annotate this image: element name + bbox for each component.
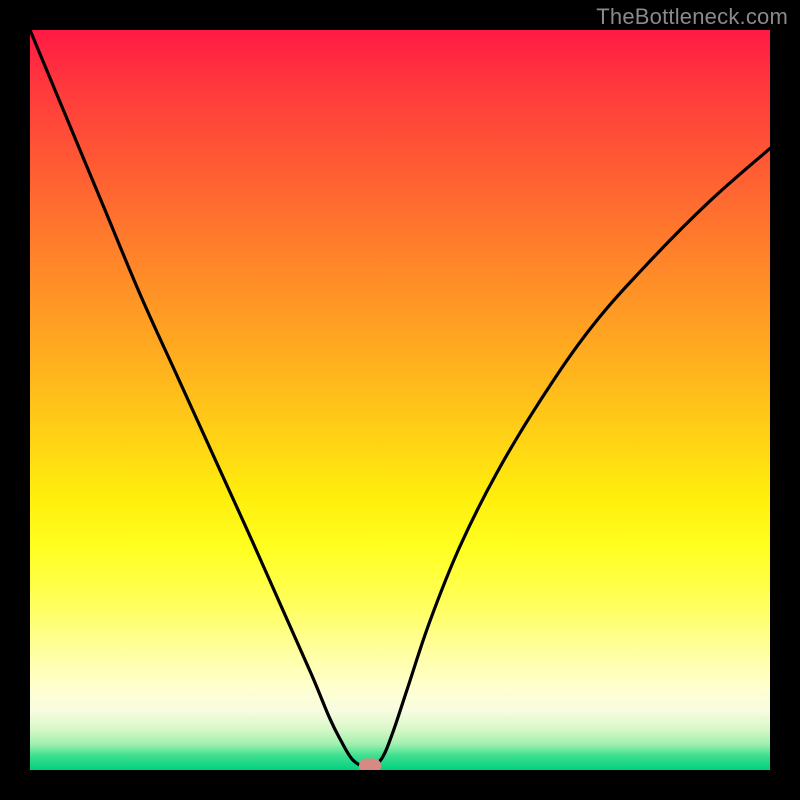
watermark-text: TheBottleneck.com <box>596 4 788 30</box>
chart-frame: TheBottleneck.com <box>0 0 800 800</box>
optimal-point-marker <box>359 759 381 770</box>
plot-area <box>30 30 770 770</box>
bottleneck-curve <box>30 30 770 770</box>
